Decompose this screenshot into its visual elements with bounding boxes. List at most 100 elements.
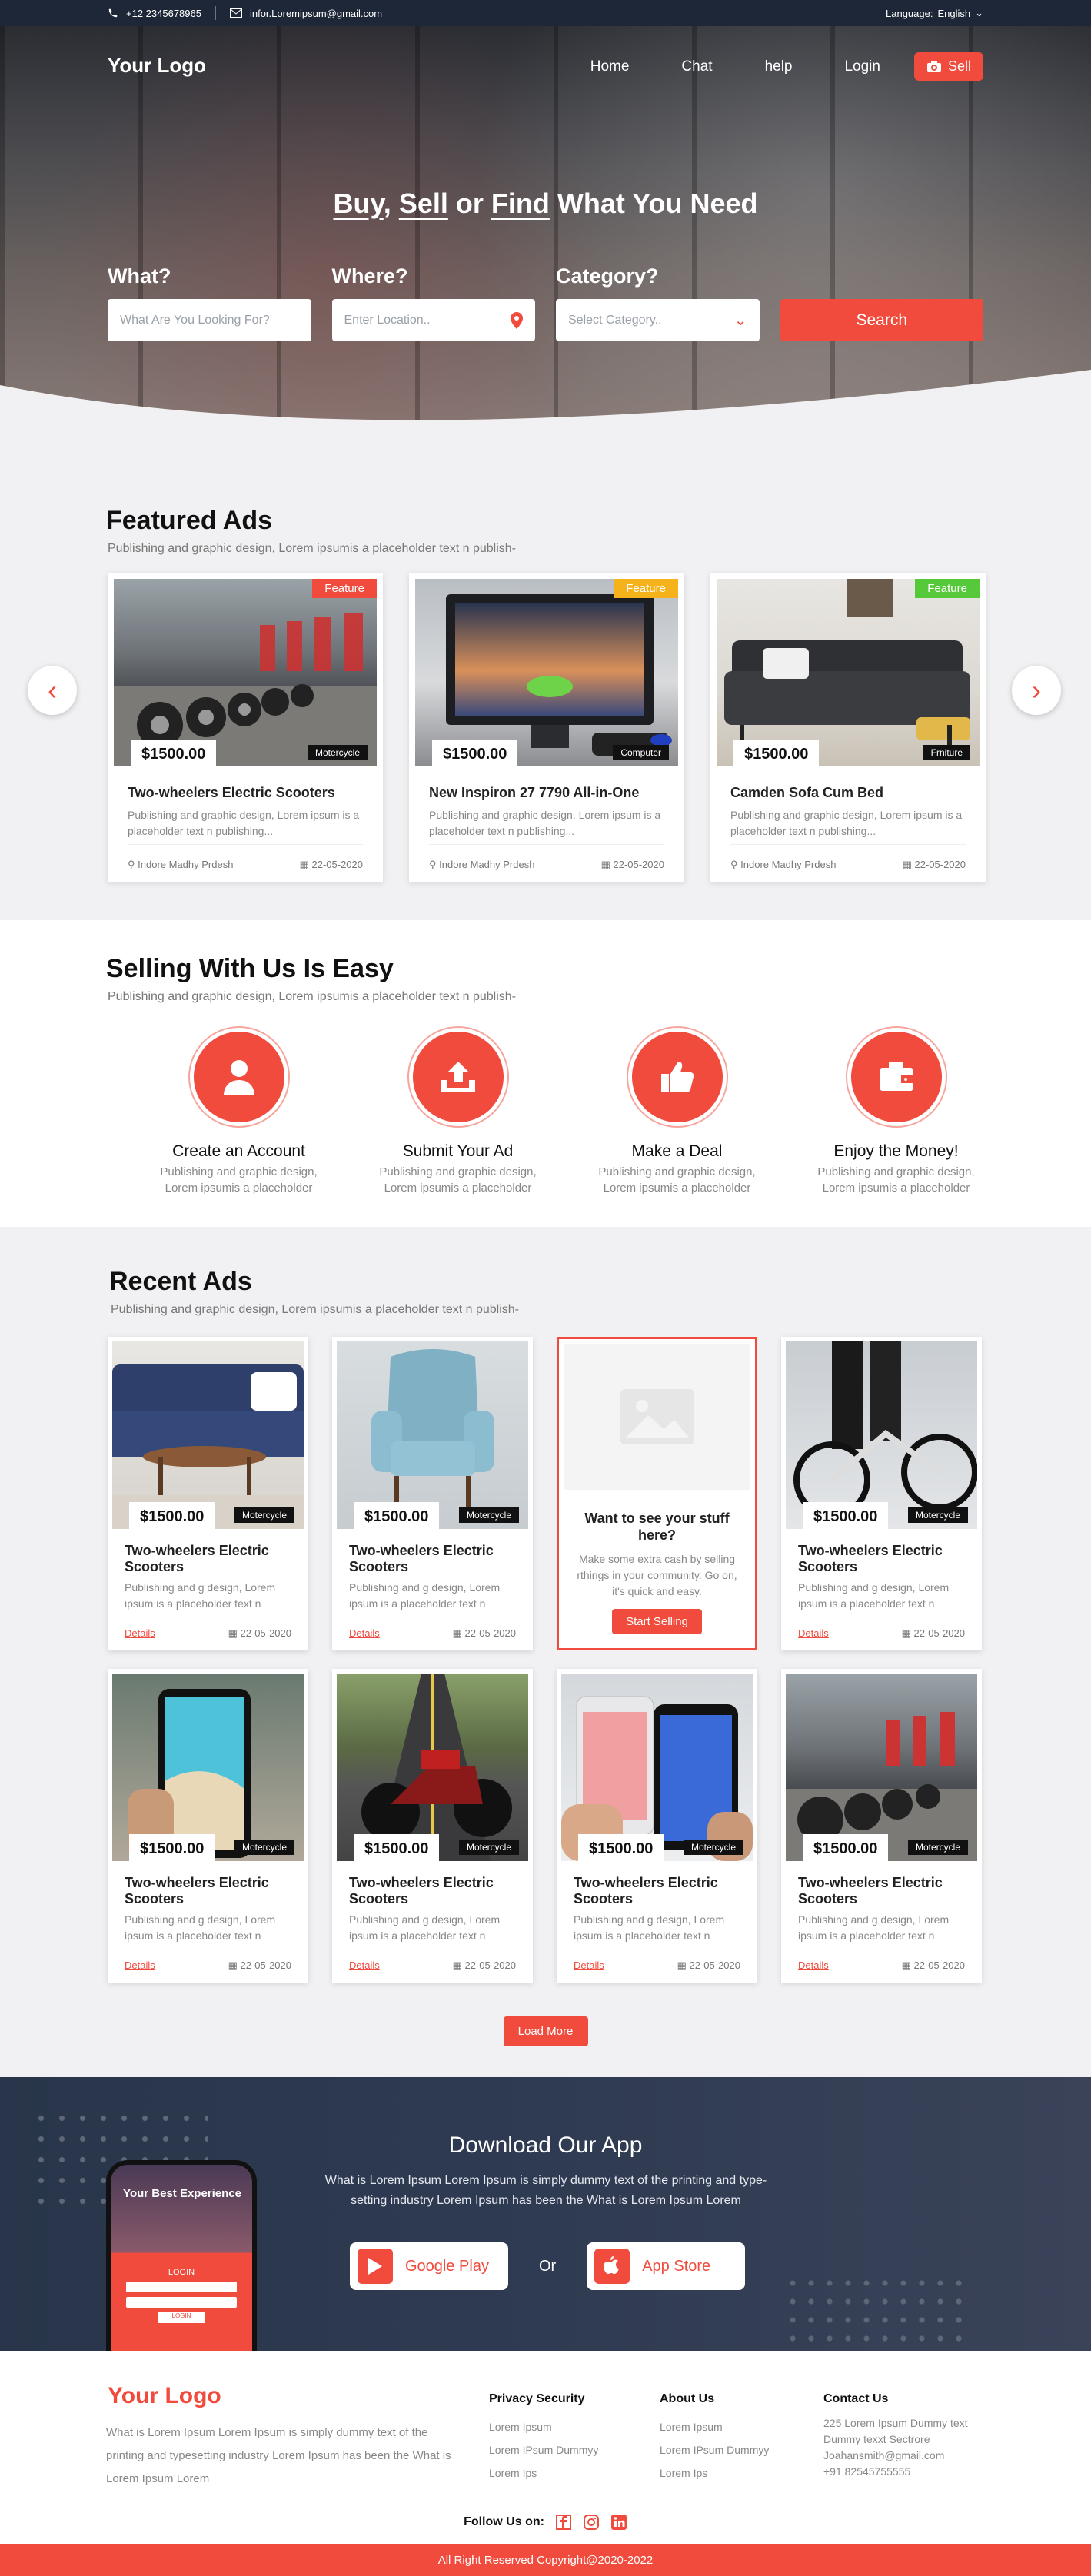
ad-description: Publishing and g design, Lorem ipsum is … xyxy=(349,1581,501,1610)
featured-card[interactable]: Feature $1500.00 Frniture Camden Sofa Cu… xyxy=(710,573,986,882)
image-placeholder-icon xyxy=(564,1344,750,1490)
ad-date: ▦ 22-05-2020 xyxy=(453,1959,516,1972)
start-selling-button[interactable]: Start Selling xyxy=(612,1609,702,1634)
smartphone-illustration xyxy=(128,1689,251,1861)
carousel-prev-button[interactable]: ‹ xyxy=(28,666,77,715)
footer-link[interactable]: Lorem IPsum Dummyy xyxy=(660,2438,769,2461)
phone-number[interactable]: +12 2345678965 xyxy=(126,8,201,19)
what-placeholder: What Are You Looking For? xyxy=(120,313,270,327)
details-link[interactable]: Details xyxy=(798,1959,829,1972)
sell-label: Sell xyxy=(947,58,971,74)
location-text: Indore Madhy Prdesh xyxy=(740,859,837,870)
ad-title[interactable]: Two-wheelers Electric Scooters xyxy=(798,1875,965,1907)
recent-ad-card[interactable]: $1500.00 Motercycle Two-wheelers Electri… xyxy=(781,1669,982,1983)
ad-meta: Details ▦ 22-05-2020 xyxy=(125,1959,291,1972)
load-more-button[interactable]: Load More xyxy=(503,2016,588,2046)
google-play-label: Google Play xyxy=(405,2257,489,2275)
headline-rest: What You Need xyxy=(549,188,758,219)
language-selector[interactable]: Language: English ⌄ xyxy=(886,7,983,19)
details-link[interactable]: Details xyxy=(574,1959,604,1972)
calendar-icon: ▦ xyxy=(299,859,312,870)
footer-privacy-column: Privacy Security Lorem Ipsum Lorem IPsum… xyxy=(489,2392,598,2485)
headline-find: Find xyxy=(491,188,550,219)
ad-title[interactable]: Two-wheelers Electric Scooters xyxy=(128,785,363,801)
featured-title: Featured Ads xyxy=(106,506,273,535)
where-input[interactable]: Enter Location.. xyxy=(331,299,535,341)
computer-illustration xyxy=(446,594,672,756)
ad-title[interactable]: Two-wheelers Electric Scooters xyxy=(125,1543,291,1575)
date-text: 22-05-2020 xyxy=(240,1627,292,1639)
google-play-icon xyxy=(358,2249,393,2284)
app-store-label: App Store xyxy=(642,2257,711,2275)
step-title: Enjoy the Money! xyxy=(833,1142,959,1160)
footer-link[interactable]: Lorem Ipsum xyxy=(660,2415,769,2438)
email-address[interactable]: infor.Loremipsum@gmail.com xyxy=(250,8,382,19)
featured-subtitle: Publishing and graphic design, Lorem ips… xyxy=(108,542,516,555)
footer-link[interactable]: Lorem Ips xyxy=(489,2461,598,2485)
nav-link-login[interactable]: Login xyxy=(844,58,880,75)
footer-link[interactable]: Lorem Ips xyxy=(660,2461,769,2485)
ad-location: ⚲ Indore Madhy Prdesh xyxy=(730,859,836,871)
app-store-button[interactable]: App Store xyxy=(587,2242,746,2290)
details-link[interactable]: Details xyxy=(125,1627,155,1640)
footer-link[interactable]: Lorem Ipsum xyxy=(489,2415,598,2438)
sell-button[interactable]: Sell xyxy=(913,52,983,81)
recent-ad-card[interactable]: $1500.00 Motercycle Two-wheelers Electri… xyxy=(108,1337,308,1650)
ad-title[interactable]: Two-wheelers Electric Scooters xyxy=(125,1875,291,1907)
details-link[interactable]: Details xyxy=(349,1627,380,1640)
recent-ad-card[interactable]: $1500.00 Motercycle Two-wheelers Electri… xyxy=(332,1669,533,1983)
footer-logo[interactable]: Your Logo xyxy=(108,2383,221,2409)
ad-category-badge: Motercycle xyxy=(458,1507,519,1523)
what-input[interactable]: What Are You Looking For? xyxy=(108,299,311,341)
details-link[interactable]: Details xyxy=(798,1627,829,1640)
nav-link-chat[interactable]: Chat xyxy=(681,58,712,75)
ad-title[interactable]: Camden Sofa Cum Bed xyxy=(730,785,966,801)
ad-description: Publishing and graphic design, Lorem ips… xyxy=(730,809,963,837)
ad-title[interactable]: Two-wheelers Electric Scooters xyxy=(349,1875,516,1907)
recent-ad-card[interactable]: $1500.00 Motercycle Two-wheelers Electri… xyxy=(557,1669,757,1983)
ad-title[interactable]: Two-wheelers Electric Scooters xyxy=(349,1543,516,1575)
ad-description: Publishing and g design, Lorem ipsum is … xyxy=(574,1913,725,1942)
ad-category-badge: Motercycle xyxy=(683,1840,743,1855)
site-logo[interactable]: Your Logo xyxy=(108,54,206,78)
ad-title[interactable]: Two-wheelers Electric Scooters xyxy=(798,1543,965,1575)
facebook-icon[interactable] xyxy=(555,2514,572,2531)
footer-link[interactable]: Lorem IPsum Dummyy xyxy=(489,2438,598,2461)
phone-mockup-input xyxy=(126,2297,237,2308)
ad-date: ▦ 22-05-2020 xyxy=(453,1627,516,1640)
ad-meta: Details ▦ 22-05-2020 xyxy=(349,1959,516,1972)
contact-phone[interactable]: +91 82545755555 xyxy=(823,2464,993,2480)
recent-ad-card[interactable]: $1500.00 Motercycle Two-wheelers Electri… xyxy=(781,1337,982,1650)
linkedin-icon[interactable] xyxy=(610,2514,627,2531)
details-link[interactable]: Details xyxy=(349,1959,380,1972)
recent-ad-card[interactable]: $1500.00 Motercycle Two-wheelers Electri… xyxy=(332,1337,533,1650)
google-play-button[interactable]: Google Play xyxy=(350,2242,508,2290)
featured-card[interactable]: Feature $1500.00 Motercycle Two-wheelers… xyxy=(108,573,383,882)
follow-label: Follow Us on: xyxy=(464,2515,544,2528)
details-link[interactable]: Details xyxy=(125,1959,155,1972)
ad-title[interactable]: Two-wheelers Electric Scooters xyxy=(574,1875,740,1907)
phone-info: +12 2345678965 xyxy=(108,8,201,19)
ad-image-ebike: $1500.00 Motercycle xyxy=(786,1341,977,1529)
category-select[interactable]: Select Category.. ⌄ xyxy=(556,299,760,341)
ad-price: $1500.00 xyxy=(354,1834,440,1861)
featured-cards: Feature $1500.00 Motercycle Two-wheelers… xyxy=(108,573,1091,882)
ad-price: $1500.00 xyxy=(129,1834,215,1861)
ad-meta: Details ▦ 22-05-2020 xyxy=(798,1959,965,1972)
featured-card[interactable]: Feature $1500.00 Computer New Inspiron 2… xyxy=(409,573,684,882)
ad-meta: Details ▦ 22-05-2020 xyxy=(125,1627,291,1640)
search-button[interactable]: Search xyxy=(780,299,983,341)
phone-icon xyxy=(108,8,118,18)
nav-link-home[interactable]: Home xyxy=(590,58,630,75)
contact-email[interactable]: Joahansmith@gmail.com xyxy=(823,2448,993,2464)
mail-icon xyxy=(229,8,242,18)
nav-link-help[interactable]: help xyxy=(765,58,793,75)
wallet-icon xyxy=(850,1032,942,1122)
ad-title[interactable]: New Inspiron 27 7790 All-in-One xyxy=(429,785,664,801)
camera-icon xyxy=(926,61,941,72)
instagram-icon[interactable] xyxy=(583,2514,600,2531)
recent-ad-card[interactable]: $1500.00 Motercycle Two-wheelers Electri… xyxy=(108,1669,308,1983)
ad-description: Publishing and g design, Lorem ipsum is … xyxy=(798,1581,950,1610)
where-field: Where? Enter Location.. xyxy=(331,264,535,341)
category-field: Category? Select Category.. ⌄ xyxy=(556,264,760,341)
